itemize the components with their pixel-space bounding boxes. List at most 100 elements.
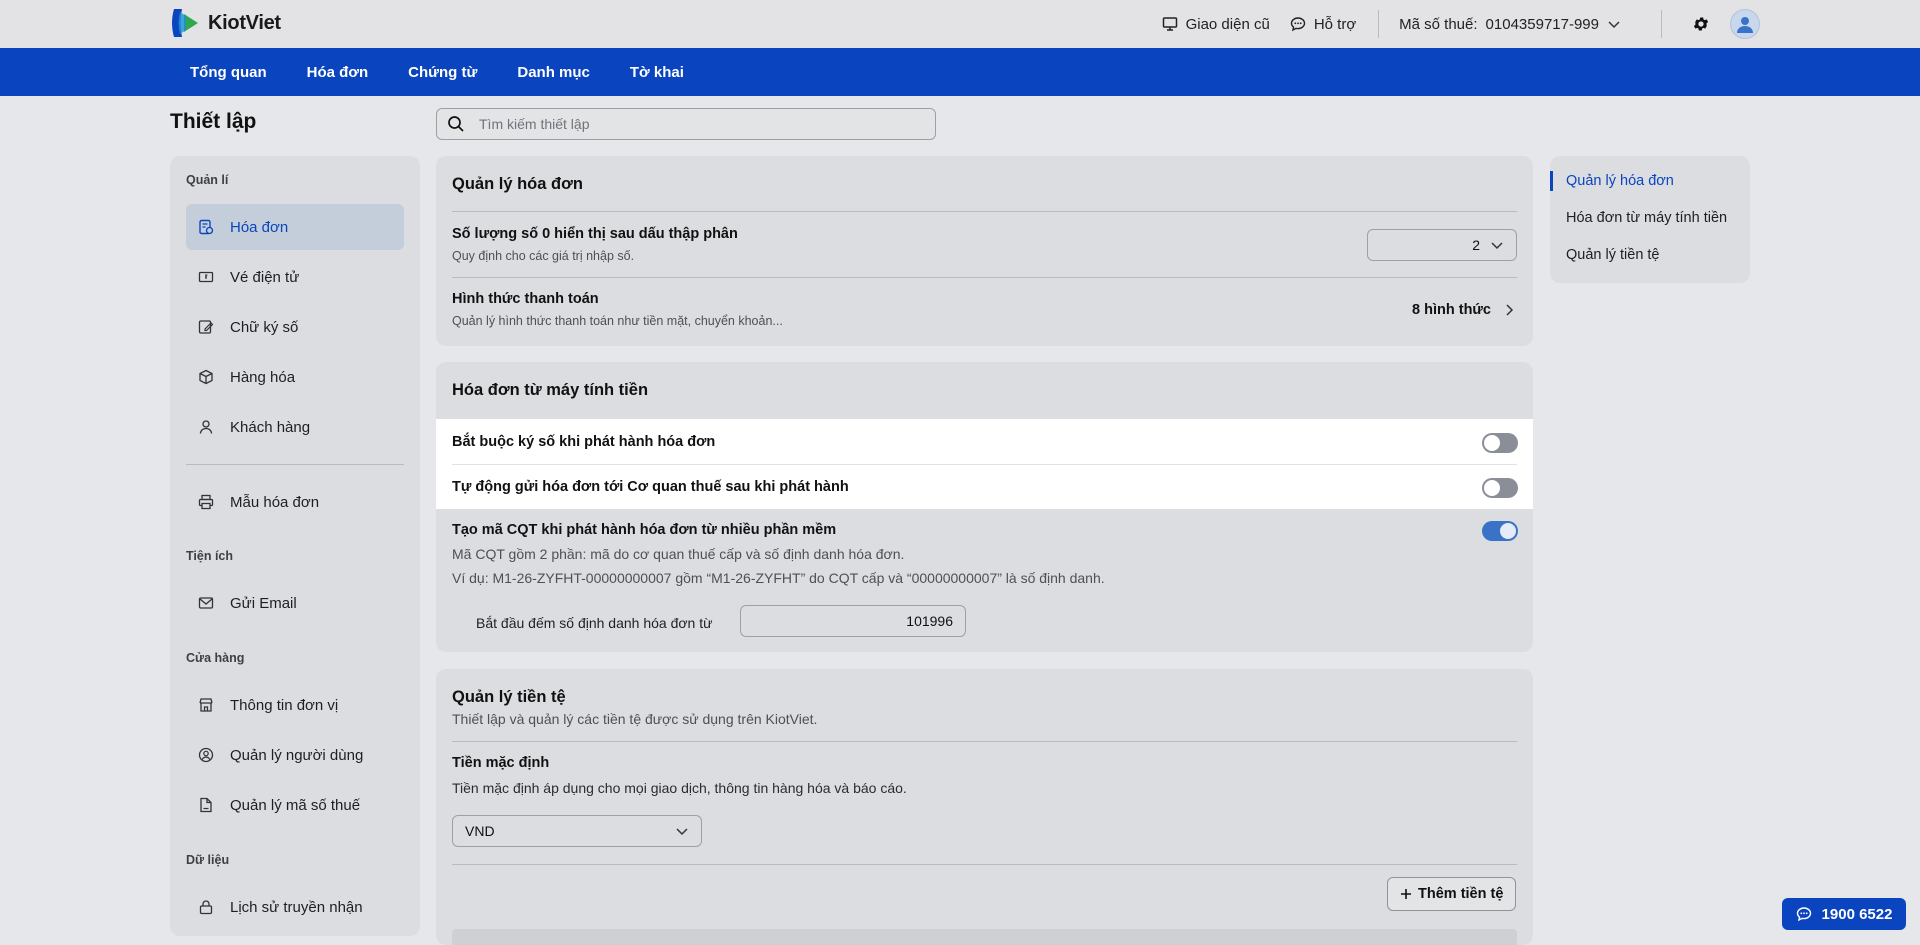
divider [452, 211, 1517, 212]
box-icon [199, 369, 213, 385]
chevron-down-icon [1491, 242, 1503, 250]
top-bar: KiotViet Giao diện cũ Hỗ trợ Mã số thuế:… [0, 0, 1920, 48]
sidebar-item-send-email[interactable]: Gửi Email [186, 580, 404, 626]
sidebar-item-label: Mẫu hóa đơn [230, 493, 320, 511]
old-ui-link[interactable]: Giao diện cũ [1162, 16, 1270, 33]
sidebar-item-label: Vé điện tử [230, 268, 300, 286]
gear-icon[interactable] [1692, 15, 1710, 33]
section-title: Quản lý hóa đơn [452, 175, 583, 193]
sidebar-item-label: Quản lý người dùng [230, 746, 364, 764]
sidebar-group-utility: Tiện ích [186, 549, 234, 563]
chevron-down-icon [676, 828, 688, 836]
toc-invoice-management[interactable]: Quản lý hóa đơn [1566, 173, 1674, 189]
tax-code-select[interactable]: Mã số thuế: 0104359717-999 [1399, 16, 1621, 33]
lock-icon [199, 900, 213, 915]
currency-description: Thiết lập và quản lý các tiền tệ được sử… [452, 711, 818, 727]
divider [452, 464, 1517, 465]
default-currency-select[interactable]: VND [452, 815, 702, 847]
default-currency-title: Tiền mặc định [452, 755, 550, 771]
monitor-icon [1162, 17, 1177, 31]
nav-catalog[interactable]: Danh mục [517, 64, 590, 81]
chat-icon [1290, 17, 1306, 32]
support-link[interactable]: Hỗ trợ [1290, 16, 1356, 33]
sidebar-item-invoice[interactable]: Hóa đơn [186, 204, 404, 250]
currency-management-card: Quản lý tiền tệ Thiết lập và quản lý các… [436, 669, 1533, 945]
sidebar-item-invoice-template[interactable]: Mẫu hóa đơn [186, 479, 404, 525]
sidebar-group-manage: Quản lí [186, 173, 229, 187]
kiotviet-logo-icon [170, 6, 202, 40]
decimal-setting-description: Quy định cho các giá trị nhập số. [452, 249, 635, 263]
sidebar-item-customer[interactable]: Khách hàng [186, 404, 404, 450]
avatar[interactable] [1730, 9, 1760, 39]
cqt-code-description: Mã CQT gồm 2 phần: mã do cơ quan thuế cấ… [452, 546, 905, 562]
user-icon [1737, 17, 1753, 33]
sidebar-item-label: Quản lý mã số thuế [230, 796, 361, 814]
sidebar-item-label: Hóa đơn [230, 218, 289, 236]
currency-table-header [452, 929, 1517, 945]
cqt-code-toggle[interactable] [1482, 521, 1518, 541]
search-input[interactable] [479, 116, 899, 132]
section-title: Hóa đơn từ máy tính tiền [452, 381, 649, 399]
start-counter-input[interactable]: 101996 [740, 605, 966, 637]
main-nav: Tổng quan Hóa đơn Chứng từ Danh mục Tờ k… [0, 48, 1920, 96]
auto-send-label: Tự động gửi hóa đơn tới Cơ quan thuế sau… [452, 479, 849, 495]
sidebar-item-tax-codes[interactable]: Quản lý mã số thuế [186, 782, 404, 828]
add-currency-button[interactable]: Thêm tiền tệ [1387, 877, 1517, 911]
sidebar-item-e-ticket[interactable]: Vé điện tử [186, 254, 404, 300]
cqt-code-title: Tạo mã CQT khi phát hành hóa đơn từ nhiề… [452, 522, 837, 538]
sidebar-item-history[interactable]: Lịch sử truyền nhận [186, 884, 404, 930]
page-title: Thiết lập [170, 110, 257, 133]
highlighted-settings: Bắt buộc ký số khi phát hành hóa đơn Tự … [436, 419, 1533, 509]
payment-methods-title: Hình thức thanh toán [452, 291, 599, 307]
sidebar-group-store: Cửa hàng [186, 651, 245, 665]
divider [452, 277, 1517, 278]
nav-declarations[interactable]: Tờ khai [630, 64, 684, 81]
plus-icon [1401, 889, 1411, 899]
toc-currency[interactable]: Quản lý tiền tệ [1566, 247, 1660, 263]
nav-documents[interactable]: Chứng từ [408, 64, 477, 81]
sidebar-item-signature[interactable]: Chữ ký số [186, 304, 404, 350]
decimal-select-value: 2 [1472, 237, 1480, 253]
cqt-code-example: Ví dụ: M1-26-ZYFHT-00000000007 gồm “M1-2… [452, 570, 1105, 586]
divider [186, 464, 404, 465]
sidebar-item-unit-info[interactable]: Thông tin đơn vị [186, 682, 404, 728]
logo[interactable]: KiotViet [170, 6, 281, 40]
mail-icon [198, 597, 214, 609]
sidebar-item-label: Thông tin đơn vị [230, 696, 339, 714]
nav-invoice[interactable]: Hóa đơn [307, 64, 369, 81]
invoice-settings-icon [199, 219, 214, 235]
sidebar-item-label: Gửi Email [230, 594, 297, 612]
chat-icon [1796, 907, 1811, 922]
user-circle-icon [198, 747, 214, 763]
nav-overview[interactable]: Tổng quan [190, 64, 267, 81]
payment-methods-count: 8 hình thức [1412, 302, 1491, 318]
search-box[interactable] [436, 108, 936, 140]
divider [1661, 10, 1662, 38]
add-currency-label: Thêm tiền tệ [1418, 886, 1504, 902]
chevron-right-icon [1506, 304, 1514, 316]
section-navigator: Quản lý hóa đơn Hóa đơn từ máy tính tiền… [1550, 156, 1750, 283]
cash-register-card: Hóa đơn từ máy tính tiền Bắt buộc ký số … [436, 362, 1533, 652]
sidebar-item-label: Hàng hóa [230, 368, 296, 386]
sidebar-item-goods[interactable]: Hàng hóa [186, 354, 404, 400]
printer-icon [198, 494, 214, 510]
signature-icon [198, 320, 214, 334]
hotline-button[interactable]: 1900 6522 [1782, 898, 1906, 930]
start-counter-value: 101996 [906, 613, 953, 629]
sidebar-item-label: Khách hàng [230, 418, 311, 436]
decimal-setting-title: Số lượng số 0 hiển thị sau dấu thập phân [452, 226, 738, 242]
sidebar-item-label: Chữ ký số [230, 318, 299, 336]
settings-sidebar: Quản lí Hóa đơn Vé điện tử Chữ ký số Hàn… [170, 156, 420, 936]
tax-code-label: Mã số thuế: [1399, 15, 1478, 33]
sidebar-item-users[interactable]: Quản lý người dùng [186, 732, 404, 778]
require-sign-toggle[interactable] [1482, 433, 1518, 453]
decimal-select[interactable]: 2 [1367, 229, 1517, 261]
payment-methods-link[interactable]: 8 hình thức [1412, 302, 1515, 318]
sidebar-item-label: Lịch sử truyền nhận [230, 898, 363, 916]
auto-send-toggle[interactable] [1482, 478, 1518, 498]
divider [452, 864, 1517, 865]
hotline-number: 1900 6522 [1821, 905, 1893, 923]
app-name: KiotViet [208, 11, 281, 34]
toc-cash-register[interactable]: Hóa đơn từ máy tính tiền [1566, 210, 1727, 226]
default-currency-value: VND [465, 823, 495, 839]
